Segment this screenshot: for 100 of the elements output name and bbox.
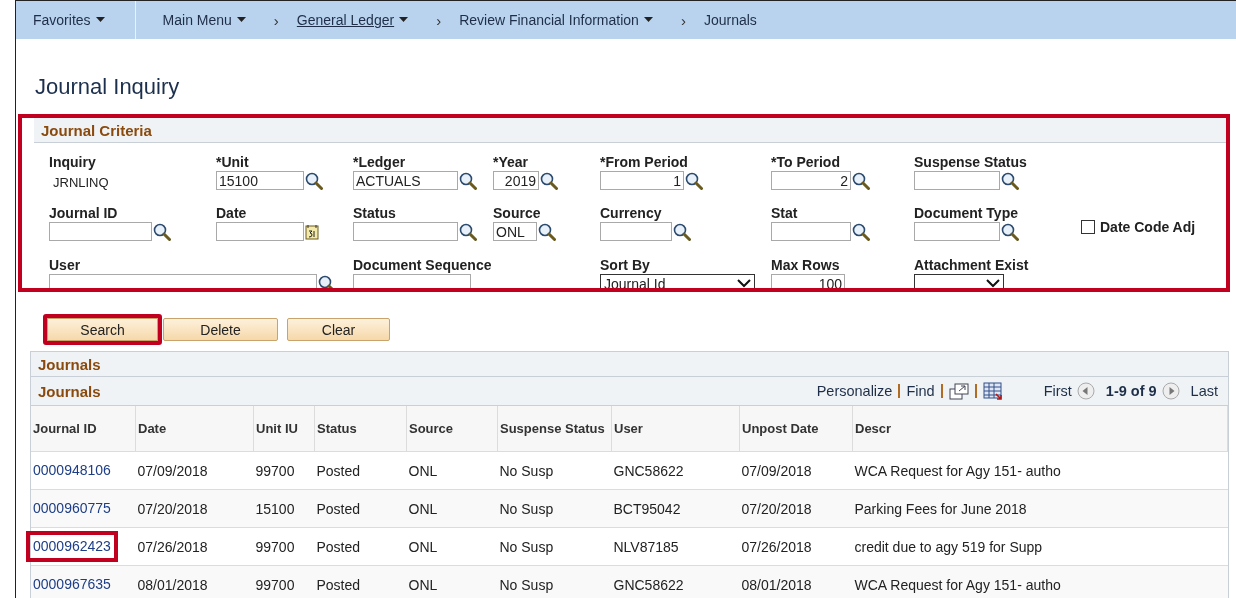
dropdown[interactable]: Journal Id (600, 274, 755, 288)
table-cell: 08/01/2018 (135, 565, 254, 598)
spreadsheet-icon[interactable] (982, 382, 1003, 400)
table-cell: Posted (314, 527, 407, 566)
search-icon[interactable] (538, 222, 556, 241)
dropdown[interactable] (914, 274, 1004, 288)
table-cell: WCA Request for Agy 151- autho (852, 565, 1228, 598)
field-label: Document Sequence (353, 257, 493, 273)
field-label: Document Type (914, 205, 1019, 221)
menu-link[interactable]: General Ledger (296, 12, 409, 28)
chevron-down-icon (737, 279, 751, 288)
table-cell: No Susp (497, 489, 612, 528)
field-label: Date Code Adj (1100, 219, 1196, 235)
field-label: Date (216, 205, 248, 221)
field-label: Suspense Status (914, 154, 1028, 170)
field-value: JRNLINQ (52, 174, 109, 190)
field-label: User (49, 257, 82, 273)
table-cell: 07/20/2018 (135, 489, 254, 528)
table-cell: 07/09/2018 (739, 451, 853, 490)
journal-link[interactable]: 0000967635 (26, 569, 118, 598)
breadcrumb-current: Journals (703, 12, 757, 28)
journal-link[interactable]: 0000948106 (26, 455, 118, 486)
input-field[interactable] (353, 274, 471, 288)
table-cell: 99700 (253, 565, 315, 598)
search-icon[interactable] (673, 222, 691, 241)
menu-link[interactable]: Favorites (33, 1, 136, 39)
table-cell: 08/01/2018 (739, 565, 853, 598)
find-link[interactable]: Find (906, 383, 935, 399)
search-icon[interactable] (1001, 222, 1019, 241)
search-icon[interactable] (852, 222, 870, 241)
table-cell: ONL (406, 565, 498, 598)
search-icon[interactable] (153, 222, 171, 241)
next-icon[interactable] (1161, 382, 1180, 400)
search-icon[interactable] (459, 171, 477, 190)
search-icon[interactable] (459, 222, 477, 241)
field-label: Journal ID (49, 205, 119, 221)
field-label: *Year (493, 154, 530, 170)
search-icon[interactable] (685, 171, 703, 190)
row-range: 1-9 of 9 (1105, 383, 1157, 399)
table-cell: BCT95042 (611, 489, 740, 528)
column-header: Date (135, 406, 254, 452)
input-field[interactable]: 2019 (493, 171, 539, 190)
input-field[interactable]: ONL (493, 222, 537, 241)
input-field[interactable] (49, 274, 317, 288)
search-icon[interactable] (852, 171, 870, 190)
calendar-icon[interactable] (305, 223, 319, 240)
field-label: Sort By (600, 257, 651, 273)
field-label: Max Rows (771, 257, 841, 273)
column-header: Unpost Date (739, 406, 853, 452)
caret-icon (643, 17, 653, 23)
table-cell: WCA Request for Agy 151- autho (852, 451, 1228, 490)
last-label: Last (1190, 383, 1218, 399)
input-field[interactable] (914, 171, 1000, 190)
previous-icon[interactable] (1076, 382, 1095, 400)
action-button[interactable]: Search (43, 314, 162, 345)
table-cell: 07/09/2018 (135, 451, 254, 490)
chevron-down-icon (986, 279, 1000, 288)
input-field[interactable] (914, 222, 1000, 241)
table-cell: 07/20/2018 (739, 489, 853, 528)
personalize-link[interactable]: Personalize (816, 383, 893, 399)
input-field[interactable] (353, 222, 458, 241)
column-header: Suspense Status (497, 406, 612, 452)
search-icon[interactable] (1001, 171, 1019, 190)
column-header: User (611, 406, 740, 452)
input-field[interactable] (600, 222, 672, 241)
field-label: Status (353, 205, 397, 221)
search-icon[interactable] (305, 171, 323, 190)
input-field[interactable] (216, 222, 304, 241)
column-header: Source (406, 406, 498, 452)
action-button[interactable]: Delete (163, 318, 278, 341)
input-field[interactable] (49, 222, 152, 241)
section-title: Journals (38, 355, 101, 373)
search-icon[interactable] (318, 274, 336, 288)
menu-link[interactable]: Main Menu (162, 12, 246, 28)
field-label: *From Period (600, 154, 689, 170)
table-cell: No Susp (497, 451, 612, 490)
menu-link[interactable]: Review Financial Information (459, 12, 653, 28)
journal-link[interactable]: 0000960775 (26, 493, 118, 524)
column-header: Unit IU (253, 406, 315, 452)
column-header: Status (314, 406, 407, 452)
table-cell: NLV87185 (611, 527, 740, 566)
action-button[interactable]: Clear (287, 318, 390, 341)
table-cell: Posted (314, 565, 407, 598)
checkbox[interactable] (1081, 220, 1095, 234)
journal-link[interactable]: 0000962423 (26, 531, 118, 562)
input-field[interactable]: ACTUALS (353, 171, 458, 190)
input-field[interactable] (771, 222, 851, 241)
search-icon[interactable] (540, 171, 558, 190)
table-cell: No Susp (497, 565, 612, 598)
new-window-icon[interactable] (948, 382, 969, 400)
input-field[interactable]: 15100 (216, 171, 304, 190)
table-cell: Parking Fees for June 2018 (852, 489, 1228, 528)
field-label: *Unit (216, 154, 250, 170)
table-cell: 99700 (253, 527, 315, 566)
input-field[interactable]: 2 (771, 171, 851, 190)
table-cell: credit due to agy 519 for Supp (852, 527, 1228, 566)
table-cell: 99700 (253, 451, 315, 490)
input-field[interactable]: 1 (600, 171, 684, 190)
input-field[interactable]: 100 (771, 274, 845, 288)
table-cell: 07/26/2018 (739, 527, 853, 566)
